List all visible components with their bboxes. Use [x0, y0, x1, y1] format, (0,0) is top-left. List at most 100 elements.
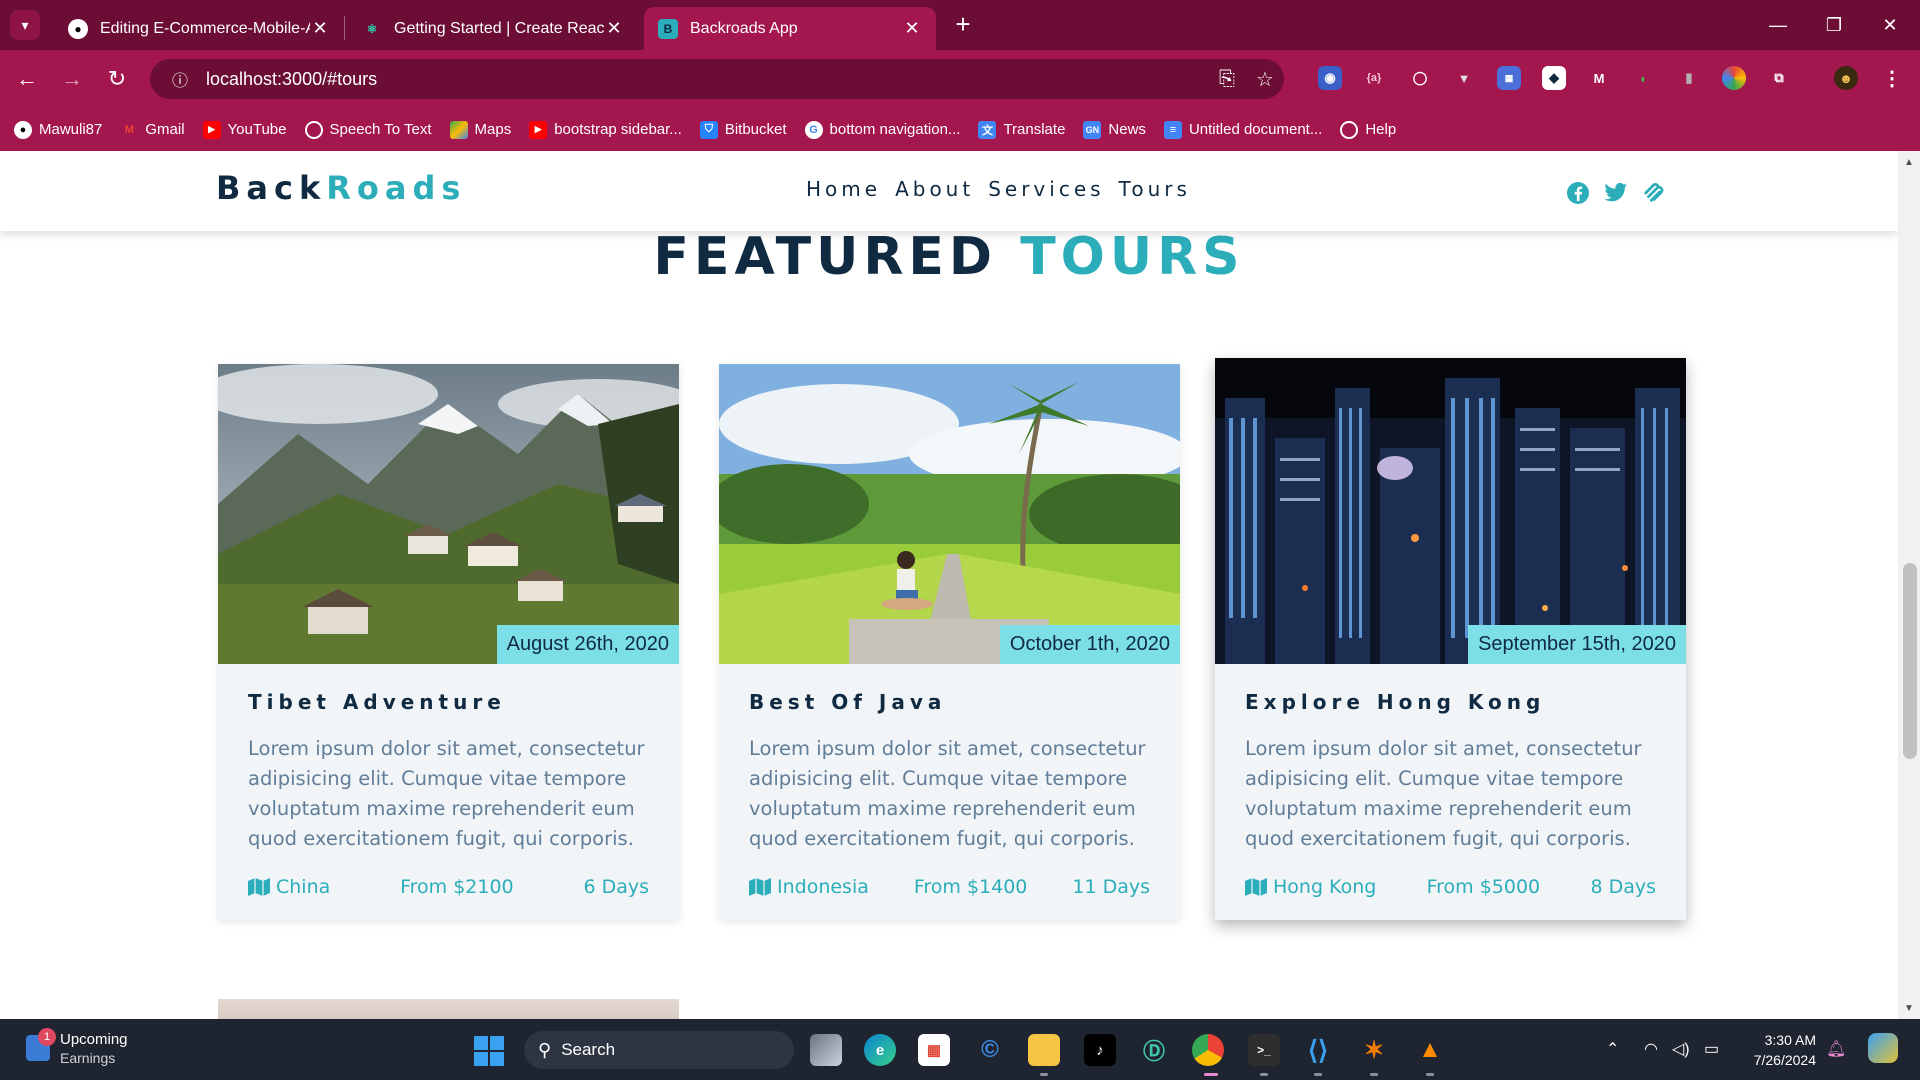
bookmark-item[interactable]: ▶ YouTube [202, 120, 287, 139]
extension-icon[interactable]: {a} [1362, 66, 1386, 90]
nav-link-tours[interactable]: Tours [1119, 177, 1191, 201]
tour-title: Explore Hong Kong [1245, 690, 1546, 714]
battery-icon[interactable]: ▭ [1704, 1039, 1719, 1059]
extension-icon[interactable]: ▮ [1677, 66, 1701, 90]
forward-button[interactable]: → [57, 64, 87, 94]
bookmark-label: Translate [1003, 121, 1066, 138]
facebook-icon[interactable] [1566, 181, 1590, 205]
bookmark-item[interactable]: Help [1340, 120, 1396, 139]
bookmark-star-icon[interactable]: ☆ [1246, 67, 1284, 92]
bookmark-item[interactable]: Maps [449, 120, 511, 139]
bookmark-item[interactable]: ▶ bootstrap sidebar... [529, 120, 682, 139]
tour-description: Lorem ipsum dolor sit amet, consectetur … [749, 737, 1146, 850]
bookmark-label: YouTube [227, 121, 287, 138]
wifi-icon[interactable]: ◠ [1644, 1039, 1658, 1059]
extension-icon[interactable]: M [1587, 66, 1611, 90]
tab-github[interactable]: ● Editing E-Commerce-Mobile-Ap ✕ [54, 7, 344, 50]
tour-card[interactable]: October 1th, 2020 Best Of Java Lorem ips… [719, 364, 1180, 920]
taskbar-search[interactable]: ⚲ Search [524, 1031, 794, 1069]
extension-icon[interactable]: ◆ [1542, 66, 1566, 90]
scroll-down-icon[interactable]: ▼ [1898, 1001, 1920, 1017]
github-icon: ● [68, 18, 88, 39]
bookmark-item[interactable]: ● Mawuli87 [14, 120, 102, 139]
widget-text: Upcoming Earnings [60, 1031, 128, 1066]
tab-search-button[interactable]: ▾ [10, 10, 40, 40]
extensions-puzzle-icon[interactable]: ⧉ [1767, 66, 1791, 90]
active-indicator [1204, 1073, 1218, 1076]
task-view-icon[interactable] [810, 1034, 842, 1066]
react-icon: ⚛ [366, 21, 378, 36]
tour-image-city-night: September 15th, 2020 [1215, 358, 1686, 664]
bookmark-item[interactable]: Speech To Text [304, 120, 432, 139]
copilot-icon[interactable]: © [974, 1034, 1006, 1066]
scrollbar-thumb[interactable] [1903, 563, 1917, 759]
volume-icon[interactable]: ◁) [1672, 1039, 1690, 1059]
close-icon[interactable]: ✕ [604, 18, 624, 39]
postman-icon[interactable]: ✶ [1358, 1034, 1390, 1066]
tab-create-react-app[interactable]: ⚛ Getting Started | Create React A ✕ [348, 7, 638, 50]
tab-backroads-app[interactable]: B Backroads App ✕ [644, 7, 936, 50]
app-icon[interactable]: Ⓓ [1138, 1034, 1170, 1066]
bookmark-item[interactable]: ⛉ Bitbucket [699, 120, 787, 139]
extension-icon[interactable]: ◉ [1318, 66, 1342, 90]
avatar[interactable]: ☻ [1834, 66, 1858, 90]
chrome-icon[interactable] [1192, 1034, 1224, 1066]
extension-icon[interactable] [1722, 66, 1746, 90]
menu-kebab-icon[interactable]: ⋮ [1880, 66, 1904, 90]
back-button[interactable]: ← [12, 64, 42, 94]
extension-icon[interactable]: ◐ [1632, 66, 1656, 90]
system-clock[interactable]: 3:30 AM 7/26/2024 [1744, 1030, 1816, 1070]
chevron-up-icon[interactable]: ⌃ [1606, 1039, 1619, 1059]
youtube-icon: ▶ [529, 120, 548, 139]
reload-button[interactable]: ↻ [102, 64, 132, 94]
vscode-icon[interactable]: ⟨⟩ [1302, 1034, 1334, 1066]
bookmark-item[interactable]: 文 Translate [978, 120, 1066, 139]
site-logo[interactable]: BackRoads [216, 169, 466, 207]
twitter-icon[interactable] [1604, 181, 1628, 205]
squarespace-icon[interactable] [1642, 181, 1666, 205]
extension-icon[interactable]: ▼ [1452, 66, 1476, 90]
copilot-tray-icon[interactable] [1868, 1033, 1898, 1063]
bookmark-item[interactable]: Gbottom navigation... [804, 120, 960, 139]
tour-description: Lorem ipsum dolor sit amet, consectetur … [1245, 737, 1642, 850]
bookmark-item[interactable]: ≡ Untitled document... [1163, 120, 1322, 139]
bookmark-label: News [1108, 121, 1146, 138]
section-title: FEATURED TOURS [0, 227, 1898, 287]
map-icon [749, 878, 771, 896]
install-app-icon[interactable]: ⎘ [1208, 68, 1246, 91]
notification-bell-icon[interactable]: 🔔︎ [1826, 1039, 1846, 1059]
new-tab-button[interactable]: + [950, 11, 976, 38]
windows-start-icon[interactable] [474, 1036, 504, 1066]
widgets-button[interactable]: 1 Upcoming Earnings [26, 1028, 128, 1066]
restore-button[interactable]: ❐ [1814, 10, 1854, 40]
minimize-button[interactable]: — [1758, 10, 1798, 40]
close-window-button[interactable]: ✕ [1870, 10, 1910, 40]
file-explorer-icon[interactable] [1028, 1034, 1060, 1066]
tiktok-icon[interactable]: ♪ [1084, 1034, 1116, 1066]
title-text: FEATURED [653, 227, 998, 287]
running-indicator [1260, 1073, 1268, 1076]
nav-link-services[interactable]: Services [988, 177, 1104, 201]
close-icon[interactable]: ✕ [310, 18, 330, 39]
url-text[interactable]: localhost:3000/#tours [206, 69, 1208, 90]
nav-link-home[interactable]: Home [806, 177, 881, 201]
store-icon[interactable]: ▦ [918, 1034, 950, 1066]
nav-link-about[interactable]: About [895, 177, 974, 201]
tour-card[interactable]: August 26th, 2020 Tibet Adventure Lorem … [218, 364, 679, 920]
tour-card[interactable]: September 15th, 2020 Explore Hong Kong L… [1215, 358, 1686, 920]
search-label: Search [561, 1040, 616, 1059]
extension-icon[interactable]: ◯ [1408, 66, 1432, 90]
tab-title: Editing E-Commerce-Mobile-Ap [100, 19, 310, 37]
address-bar[interactable]: ⓘ localhost:3000/#tours ⎘ ☆ [150, 59, 1284, 99]
extension-icon[interactable]: ▦ [1497, 66, 1521, 90]
bookmark-label: Speech To Text [329, 121, 432, 138]
close-icon[interactable]: ✕ [902, 18, 922, 39]
bookmark-item[interactable]: GN News [1083, 120, 1146, 139]
bookmark-item[interactable]: M Gmail [120, 121, 185, 139]
site-info-icon[interactable]: ⓘ [160, 67, 200, 91]
vlc-icon[interactable]: ▲ [1414, 1034, 1446, 1066]
terminal-icon[interactable]: >_ [1248, 1034, 1280, 1066]
edge-icon[interactable]: e [864, 1034, 896, 1066]
tour-info: Hong Kong From $5000 8 Days [1245, 876, 1656, 898]
scroll-up-icon[interactable]: ▲ [1898, 155, 1920, 171]
